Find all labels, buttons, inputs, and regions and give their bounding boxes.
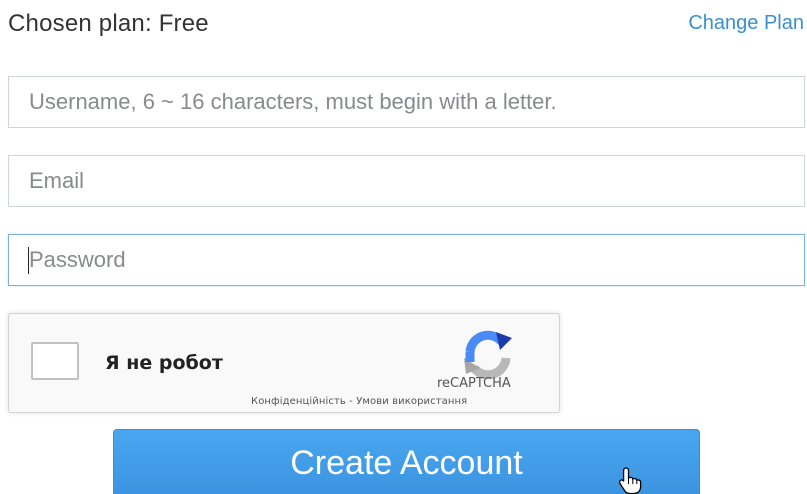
recaptcha-logo-icon bbox=[464, 330, 512, 380]
hand-pointer-icon bbox=[618, 467, 642, 494]
create-account-button[interactable]: Create Account bbox=[113, 429, 700, 494]
terms-link[interactable]: Умови використання bbox=[356, 396, 467, 407]
recaptcha-checkbox[interactable] bbox=[31, 342, 79, 380]
password-input[interactable] bbox=[8, 234, 805, 286]
create-account-label: Create Account bbox=[290, 444, 523, 482]
chosen-plan-title: Chosen plan: Free bbox=[8, 10, 209, 37]
recaptcha-links: Конфіденційність - Умови використання bbox=[251, 396, 467, 407]
username-input[interactable] bbox=[8, 76, 805, 128]
privacy-link[interactable]: Конфіденційність bbox=[251, 396, 346, 407]
text-caret bbox=[28, 247, 29, 274]
email-input[interactable] bbox=[8, 155, 805, 207]
recaptcha-label: Я не робот bbox=[105, 352, 223, 374]
signup-page: Chosen plan: Free Change Plan Я не робот… bbox=[0, 0, 807, 494]
change-plan-link[interactable]: Change Plan bbox=[688, 12, 804, 35]
recaptcha-brand: reCAPTCHA bbox=[437, 376, 511, 391]
links-separator: - bbox=[345, 396, 357, 407]
recaptcha-widget: Я не робот reCAPTCHA Конфіденційність - … bbox=[8, 313, 560, 413]
